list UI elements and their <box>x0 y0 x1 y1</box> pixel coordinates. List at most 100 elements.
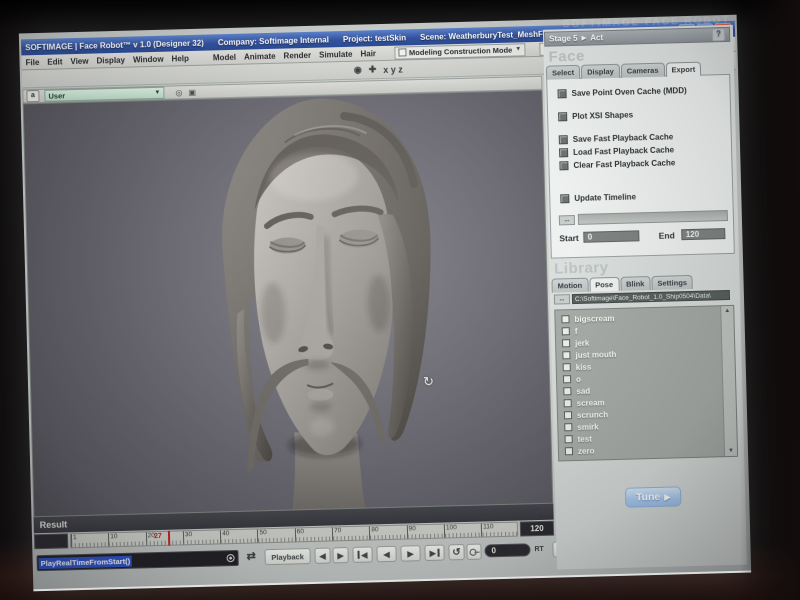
pose-listbox: bigscreamfjerkjust mouthkissosadscreamsc… <box>554 305 738 462</box>
tune-button[interactable]: Tune ▶ <box>625 486 682 507</box>
axis-letters[interactable]: x y z <box>383 64 403 75</box>
checkbox-icon[interactable] <box>562 339 570 347</box>
stage-label: Stage 5 <box>549 34 578 44</box>
start-label: Start <box>559 232 579 243</box>
stage-tab[interactable]: Export <box>665 62 701 77</box>
library-panel-title: Library <box>554 259 609 277</box>
frame-rate-field[interactable]: 0 <box>484 543 530 557</box>
command-text: PlayRealTimeFromStart() <box>39 555 133 568</box>
menu-item[interactable]: Animate <box>240 51 280 61</box>
menu-item[interactable]: Simulate <box>315 49 357 59</box>
end-input[interactable]: 120 <box>682 228 726 240</box>
menu-item[interactable]: Render <box>279 50 315 60</box>
viewport-header-icons: ◎ ▣ <box>175 87 196 97</box>
camera-menu[interactable]: User ▼ <box>44 87 164 102</box>
go-to-start-button[interactable]: ◀ <box>352 546 372 563</box>
export-option[interactable]: Plot XSI Shapes <box>558 107 730 122</box>
checkbox-icon[interactable] <box>559 135 568 144</box>
tune-arrow-icon: ▶ <box>664 492 670 501</box>
library-tab[interactable]: Motion <box>551 278 588 293</box>
start-input[interactable]: 0 <box>584 230 640 242</box>
checkbox-icon[interactable] <box>565 447 573 455</box>
menu-item[interactable]: Model <box>209 52 240 62</box>
memo-cam-icon[interactable]: ▣ <box>188 87 196 96</box>
construction-mode-select[interactable]: Modeling Construction Mode ▼ <box>394 43 526 59</box>
stage-tab[interactable]: Display <box>581 64 620 79</box>
stage-tab[interactable]: Cameras <box>621 63 665 78</box>
scroll-down-icon[interactable]: ▼ <box>728 446 734 456</box>
frame-back-button[interactable]: ◀ <box>314 548 330 564</box>
checkbox-icon[interactable] <box>561 315 569 323</box>
menu-item[interactable]: Help <box>167 53 193 63</box>
loop-toggle-button[interactable]: ↺ <box>448 544 464 560</box>
checkbox-icon[interactable] <box>562 351 570 359</box>
playhead[interactable] <box>168 531 170 546</box>
script-command-field[interactable]: PlayRealTimeFromStart() <box>36 550 238 571</box>
export-options-group3: Save Fast Playback CacheLoad Fast Playba… <box>549 130 732 172</box>
play-forward-button[interactable]: ▶ <box>400 545 420 562</box>
browse-button[interactable]: ... <box>559 215 575 225</box>
play-backward-button[interactable]: ◀ <box>376 546 396 563</box>
current-frame-box[interactable] <box>34 533 68 549</box>
library-tab[interactable]: Settings <box>651 275 693 290</box>
realtime-label[interactable]: RT <box>534 546 544 553</box>
cache-progress-bar <box>578 210 728 225</box>
go-to-end-button[interactable]: ▶ <box>424 545 444 562</box>
checkbox-icon[interactable] <box>564 411 572 419</box>
library-tab[interactable]: Blink <box>620 276 651 291</box>
checkbox-icon[interactable] <box>563 375 571 383</box>
menu-item[interactable]: Display <box>92 55 129 65</box>
stage-arrow-icon: ▶ <box>582 35 587 42</box>
menu-item[interactable]: Window <box>129 54 168 64</box>
start-end-row: Start 0 End 120 <box>559 228 733 244</box>
toolbar-icons: ◉ ✚ x y z <box>354 63 403 75</box>
checkbox-icon[interactable] <box>563 387 571 395</box>
checkbox-icon[interactable] <box>559 161 568 170</box>
end-frame-box[interactable]: 120 <box>520 521 554 537</box>
checkbox-icon[interactable] <box>562 327 570 335</box>
library-tab[interactable]: Pose <box>589 277 619 292</box>
update-timeline-option[interactable]: Update Timeline <box>560 189 732 204</box>
menu-item[interactable]: File <box>21 57 43 67</box>
key-icon <box>469 547 478 556</box>
pose-list: bigscreamfjerkjust mouthkissosadscreamsc… <box>555 306 724 460</box>
checkbox-icon[interactable] <box>563 363 571 371</box>
scrollbar[interactable]: ▲ ▼ <box>720 306 737 456</box>
checkbox-icon[interactable] <box>558 112 567 121</box>
checkbox-icon[interactable] <box>565 435 573 443</box>
orbit-cursor-icon: ↻ <box>423 374 434 390</box>
ruler-tick: 10 <box>108 532 146 546</box>
library-path-field[interactable]: C:\Softimage\Face_Robot_1.0_Ship0504\Dat… <box>572 290 730 304</box>
cache-bar-row: ... <box>559 210 733 226</box>
ruler-tick: 100 <box>444 524 482 538</box>
playback-button[interactable]: Playback <box>264 548 310 565</box>
scroll-up-icon[interactable]: ▲ <box>724 306 730 316</box>
checkbox-icon[interactable] <box>564 399 572 407</box>
eye-icon[interactable]: ◎ <box>175 88 182 97</box>
audio-button[interactable] <box>466 544 481 560</box>
menu-item[interactable]: View <box>66 56 92 66</box>
ruler-tick: 30 <box>183 530 221 544</box>
checkbox-icon[interactable] <box>559 148 568 157</box>
viewport-3d[interactable]: ↻ <box>23 90 554 517</box>
loop-arrows-icon[interactable]: ⇄ <box>246 549 256 562</box>
checkbox-icon[interactable] <box>560 194 569 203</box>
snap-icon[interactable]: ◉ <box>354 65 362 76</box>
viewport-letter-button[interactable]: a <box>26 90 39 102</box>
checkbox-icon[interactable] <box>557 89 566 98</box>
record-icon[interactable] <box>227 554 235 562</box>
export-option[interactable]: Save Point Oven Cache (MDD) <box>557 84 729 99</box>
export-option[interactable]: Clear Fast Playback Cache <box>559 156 731 171</box>
project-label: Project: testSkin <box>343 33 406 44</box>
menu-item[interactable]: Edit <box>43 57 66 67</box>
frame-forward-button[interactable]: ▶ <box>332 547 348 563</box>
projected-screen: SOFTIMAGE FACE ROBOT SOFTIMAGE | Face Ro… <box>19 15 751 592</box>
update-timeline-group: Update Timeline <box>550 189 732 205</box>
stage-tab[interactable]: Select <box>546 65 580 80</box>
path-browse-button[interactable]: ... <box>554 294 570 304</box>
end-label: End <box>659 230 675 240</box>
move-icon[interactable]: ✚ <box>369 64 377 75</box>
help-button[interactable]: ? <box>712 28 725 41</box>
checkbox-icon[interactable] <box>564 423 572 431</box>
menu-item[interactable]: Hair <box>356 49 380 59</box>
